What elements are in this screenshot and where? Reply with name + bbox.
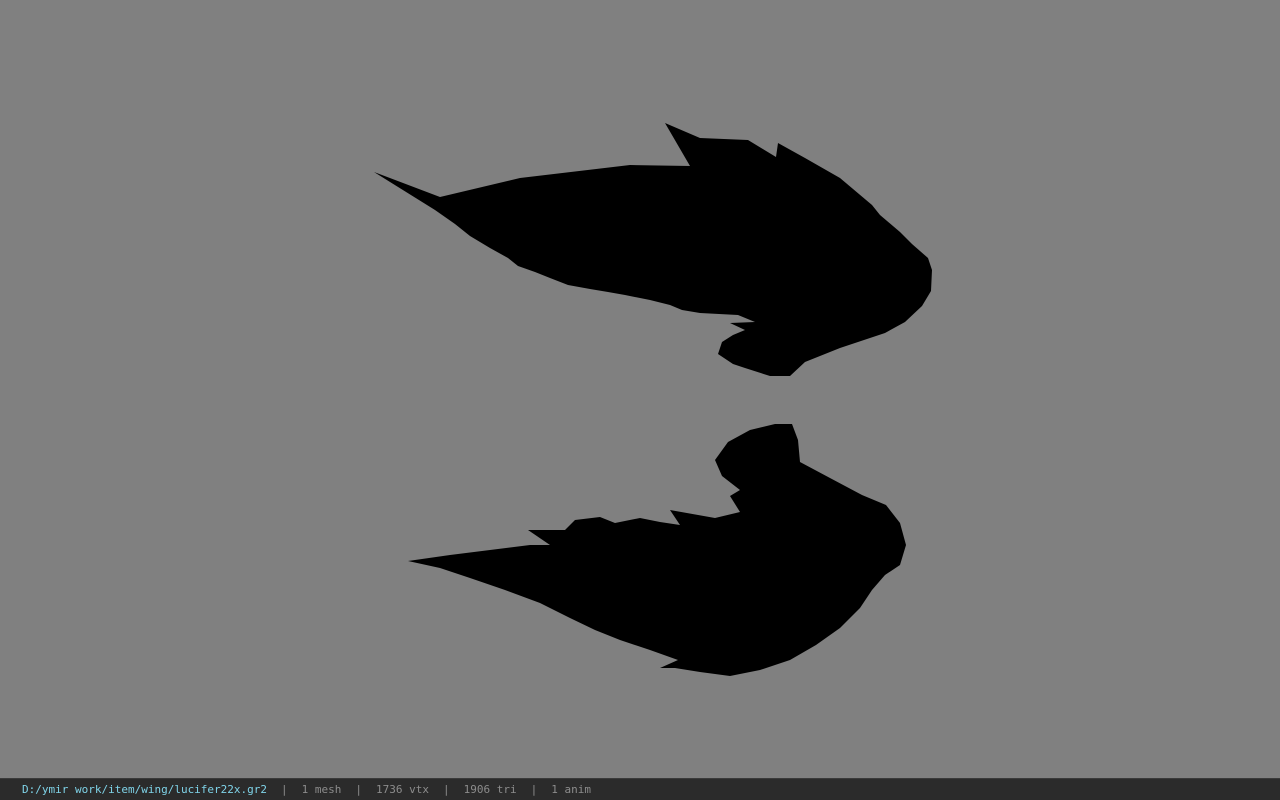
model-viewport[interactable] — [0, 0, 1280, 778]
status-separator: | — [443, 783, 450, 796]
status-separator: | — [355, 783, 363, 796]
status-separator: | — [281, 783, 288, 796]
upper-wing-silhouette — [374, 123, 932, 376]
status-separator: | — [530, 783, 538, 796]
animation-count: 1 anim — [551, 783, 592, 796]
file-path-label: D:/ymir work/item/wing/lucifer22x.gr2 — [22, 783, 268, 796]
lower-wing-silhouette — [408, 424, 906, 676]
model-render — [374, 123, 932, 676]
triangle-count: 1906 tri — [463, 783, 517, 796]
status-bar: D:/ymir work/item/wing/lucifer22x.gr2 | … — [0, 778, 1280, 800]
vertex-count: 1736 vtx — [376, 783, 430, 796]
mesh-count: 1 mesh — [301, 783, 342, 796]
